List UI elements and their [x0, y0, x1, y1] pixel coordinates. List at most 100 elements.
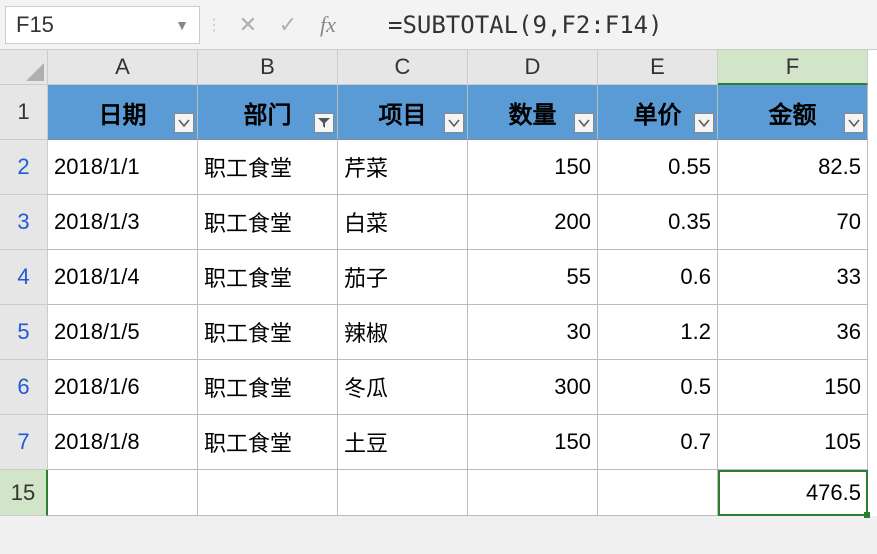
cell-C6[interactable]: 冬瓜 [338, 360, 468, 415]
formula-input[interactable]: =SUBTOTAL(9,F2:F14) [348, 11, 877, 39]
chevron-down-icon [578, 118, 590, 128]
filter-button-dept[interactable] [314, 113, 334, 133]
chevron-down-icon [698, 118, 710, 128]
cell-B6[interactable]: 职工食堂 [198, 360, 338, 415]
cell-C15[interactable] [338, 470, 468, 516]
row-header-15[interactable]: 15 [0, 470, 48, 516]
header-label: 数量 [509, 95, 557, 130]
cell-B3[interactable]: 职工食堂 [198, 195, 338, 250]
check-icon: ✓ [279, 12, 297, 38]
table-row: 72018/1/8职工食堂土豆1500.7105 [0, 415, 877, 470]
header-cell-amount[interactable]: 金额 [718, 85, 868, 140]
cancel-button[interactable]: ✕ [228, 6, 268, 44]
confirm-button[interactable]: ✓ [268, 6, 308, 44]
col-header-C[interactable]: C [338, 50, 468, 85]
filter-button-date[interactable] [174, 113, 194, 133]
cell-E5[interactable]: 1.2 [598, 305, 718, 360]
total-row: 15 476.5 [0, 470, 877, 516]
cell-A3[interactable]: 2018/1/3 [48, 195, 198, 250]
cell-A5[interactable]: 2018/1/5 [48, 305, 198, 360]
cell-B4[interactable]: 职工食堂 [198, 250, 338, 305]
cell-B5[interactable]: 职工食堂 [198, 305, 338, 360]
cell-D6[interactable]: 300 [468, 360, 598, 415]
cell-A4[interactable]: 2018/1/4 [48, 250, 198, 305]
header-cell-dept[interactable]: 部门 [198, 85, 338, 140]
fx-icon: fx [320, 12, 336, 38]
table-row: 62018/1/6职工食堂冬瓜3000.5150 [0, 360, 877, 415]
formula-text: =SUBTOTAL(9,F2:F14) [388, 11, 663, 39]
formula-bar: F15 ▼ ⋮ ✕ ✓ fx =SUBTOTAL(9,F2:F14) [0, 0, 877, 50]
cell-F7[interactable]: 105 [718, 415, 868, 470]
row-header-4[interactable]: 4 [0, 250, 48, 305]
row-header-1[interactable]: 1 [0, 85, 48, 140]
column-headers: A B C D E F [0, 50, 877, 85]
cell-E2[interactable]: 0.55 [598, 140, 718, 195]
cell-C4[interactable]: 茄子 [338, 250, 468, 305]
filter-button-price[interactable] [694, 113, 714, 133]
table-row: 32018/1/3职工食堂白菜2000.3570 [0, 195, 877, 250]
header-cell-item[interactable]: 项目 [338, 85, 468, 140]
select-all-corner[interactable] [0, 50, 48, 85]
row-header-3[interactable]: 3 [0, 195, 48, 250]
row-header-2[interactable]: 2 [0, 140, 48, 195]
cell-D15[interactable] [468, 470, 598, 516]
cell-F6[interactable]: 150 [718, 360, 868, 415]
filter-button-amount[interactable] [844, 113, 864, 133]
cell-C5[interactable]: 辣椒 [338, 305, 468, 360]
cell-C2[interactable]: 芹菜 [338, 140, 468, 195]
cell-F5[interactable]: 36 [718, 305, 868, 360]
separator: ⋮ [210, 6, 218, 44]
col-header-B[interactable]: B [198, 50, 338, 85]
header-label: 部门 [244, 95, 292, 130]
table-header-row: 1 日期 部门 项目 数量 单价 [0, 85, 877, 140]
cell-C7[interactable]: 土豆 [338, 415, 468, 470]
cell-B7[interactable]: 职工食堂 [198, 415, 338, 470]
filter-button-qty[interactable] [574, 113, 594, 133]
header-cell-date[interactable]: 日期 [48, 85, 198, 140]
header-cell-price[interactable]: 单价 [598, 85, 718, 140]
cell-F2[interactable]: 82.5 [718, 140, 868, 195]
row-header-5[interactable]: 5 [0, 305, 48, 360]
spreadsheet: A B C D E F 1 日期 部门 项目 数量 [0, 50, 877, 516]
fx-button[interactable]: fx [308, 6, 348, 44]
row-header-7[interactable]: 7 [0, 415, 48, 470]
cell-F15[interactable]: 476.5 [718, 470, 868, 516]
cell-E6[interactable]: 0.5 [598, 360, 718, 415]
cell-D5[interactable]: 30 [468, 305, 598, 360]
header-label: 单价 [634, 95, 682, 130]
cell-D2[interactable]: 150 [468, 140, 598, 195]
filter-active-icon [318, 117, 330, 129]
header-label: 日期 [99, 95, 147, 130]
cell-E4[interactable]: 0.6 [598, 250, 718, 305]
cell-F3[interactable]: 70 [718, 195, 868, 250]
table-row: 22018/1/1职工食堂芹菜1500.5582.5 [0, 140, 877, 195]
col-header-A[interactable]: A [48, 50, 198, 85]
table-row: 52018/1/5职工食堂辣椒301.236 [0, 305, 877, 360]
name-box[interactable]: F15 ▼ [5, 6, 200, 44]
cell-B2[interactable]: 职工食堂 [198, 140, 338, 195]
cell-E15[interactable] [598, 470, 718, 516]
cell-A2[interactable]: 2018/1/1 [48, 140, 198, 195]
cell-D7[interactable]: 150 [468, 415, 598, 470]
col-header-F[interactable]: F [718, 50, 868, 85]
row-header-6[interactable]: 6 [0, 360, 48, 415]
cell-D3[interactable]: 200 [468, 195, 598, 250]
filter-button-item[interactable] [444, 113, 464, 133]
header-label: 金额 [769, 95, 817, 130]
cell-A6[interactable]: 2018/1/6 [48, 360, 198, 415]
cell-F4[interactable]: 33 [718, 250, 868, 305]
table-row: 42018/1/4职工食堂茄子550.633 [0, 250, 877, 305]
col-header-E[interactable]: E [598, 50, 718, 85]
cell-B15[interactable] [198, 470, 338, 516]
cell-A15[interactable] [48, 470, 198, 516]
name-box-dropdown-icon[interactable]: ▼ [175, 17, 189, 33]
col-header-D[interactable]: D [468, 50, 598, 85]
cell-E3[interactable]: 0.35 [598, 195, 718, 250]
chevron-down-icon [848, 118, 860, 128]
chevron-down-icon [178, 118, 190, 128]
header-cell-qty[interactable]: 数量 [468, 85, 598, 140]
cell-C3[interactable]: 白菜 [338, 195, 468, 250]
cell-D4[interactable]: 55 [468, 250, 598, 305]
cell-E7[interactable]: 0.7 [598, 415, 718, 470]
cell-A7[interactable]: 2018/1/8 [48, 415, 198, 470]
